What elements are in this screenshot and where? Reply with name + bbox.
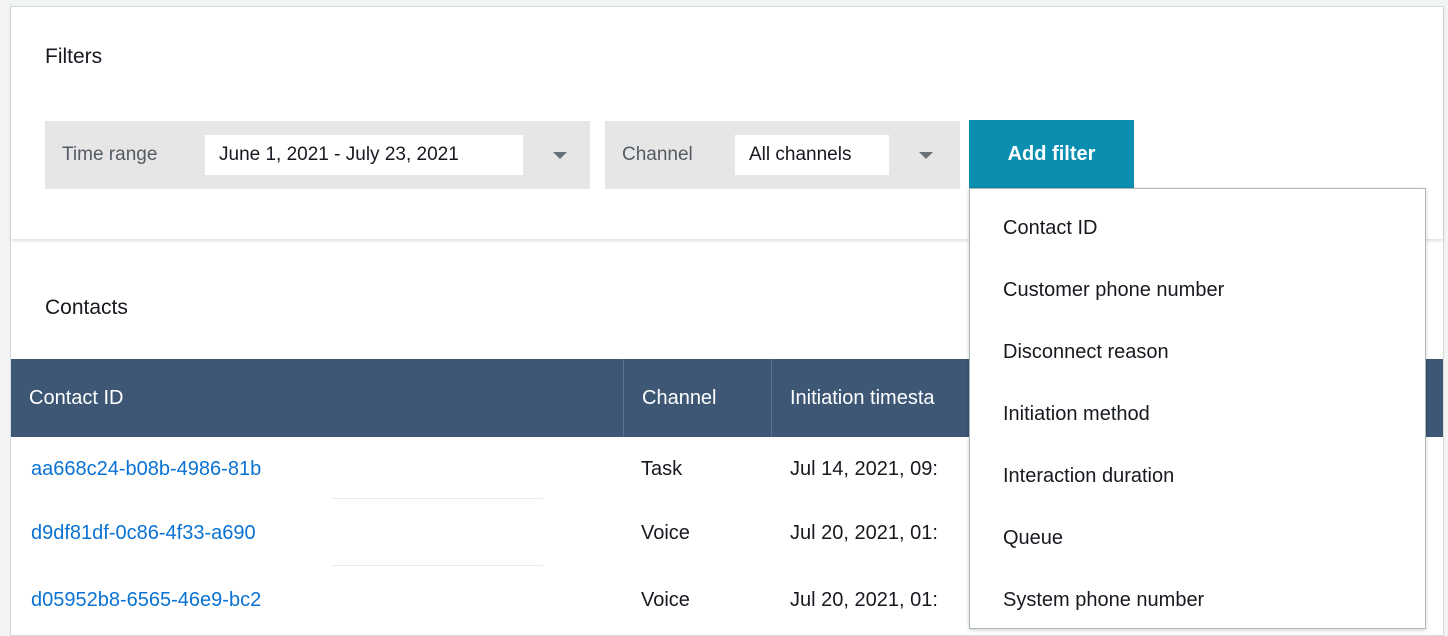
contacts-title: Contacts <box>45 296 128 319</box>
column-header-contact-id[interactable]: Contact ID <box>11 359 623 437</box>
contact-id-link[interactable]: d05952b8-6565-46e9-bc2 <box>31 568 261 633</box>
menu-item-disconnect-reason[interactable]: Disconnect reason <box>970 321 1425 383</box>
channel-value[interactable]: All channels <box>735 135 889 175</box>
channel-filter[interactable]: Channel All channels <box>605 121 960 189</box>
contact-search-page: Filters Time range June 1, 2021 - July 2… <box>10 6 1444 636</box>
timestamp-cell: Jul 14, 2021, 09: <box>790 458 938 480</box>
channel-cell: Task <box>641 458 683 480</box>
channel-label: Channel <box>622 144 693 165</box>
channel-cell: Voice <box>641 522 690 544</box>
timestamp-cell: Jul 20, 2021, 01: <box>790 522 938 544</box>
channel-cell: Voice <box>641 589 690 611</box>
menu-item-initiation-method[interactable]: Initiation method <box>970 383 1425 445</box>
menu-item-system-phone-number[interactable]: System phone number <box>970 569 1425 631</box>
contact-id-link[interactable]: d9df81df-0c86-4f33-a690 <box>31 501 256 566</box>
caret-down-icon[interactable] <box>553 151 567 159</box>
row-divider <box>331 565 543 566</box>
menu-item-customer-phone-number[interactable]: Customer phone number <box>970 259 1425 321</box>
caret-down-icon[interactable] <box>919 151 933 159</box>
time-range-filter[interactable]: Time range June 1, 2021 - July 23, 2021 <box>45 121 590 189</box>
filters-title: Filters <box>45 45 103 68</box>
add-filter-menu: Contact ID Customer phone number Disconn… <box>969 188 1426 629</box>
contact-id-link[interactable]: aa668c24-b08b-4986-81b <box>31 437 261 502</box>
column-header-channel[interactable]: Channel <box>623 359 771 437</box>
timestamp-cell: Jul 20, 2021, 01: <box>790 589 938 611</box>
menu-item-interaction-duration[interactable]: Interaction duration <box>970 445 1425 507</box>
menu-item-contact-id[interactable]: Contact ID <box>970 197 1425 259</box>
row-divider <box>331 498 543 499</box>
time-range-value[interactable]: June 1, 2021 - July 23, 2021 <box>205 135 523 175</box>
add-filter-button[interactable]: Add filter <box>969 120 1134 188</box>
time-range-label: Time range <box>62 144 158 165</box>
menu-item-queue[interactable]: Queue <box>970 507 1425 569</box>
